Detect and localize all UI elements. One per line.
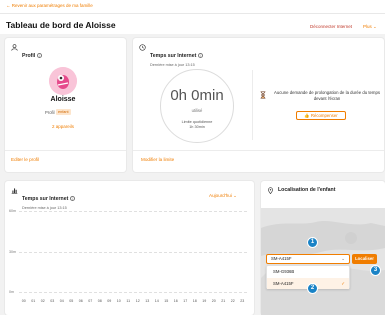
top-bar: ← Revenir aux paramétrages de ma famille [0, 0, 385, 14]
back-link[interactable]: ← Revenir aux paramétrages de ma famille [6, 3, 93, 8]
more-menu[interactable]: Plus ⌄ [363, 24, 377, 30]
device-option-label: SM-A415F [273, 281, 294, 286]
screen-time-header: Temps sur Internet i Dernière mise à jour… [139, 44, 204, 67]
child-name: Aloisse [50, 96, 76, 103]
x-tick-label: 21 [221, 299, 226, 303]
y-tick-label: 0m [9, 290, 14, 294]
device-select[interactable]: SM-A415F ⌄ [266, 254, 350, 264]
time-used-value: 0h 0min [170, 87, 224, 104]
y-tick-label: 60m [9, 209, 16, 213]
x-tick-label: 20 [211, 299, 216, 303]
x-tick-label: 18 [192, 299, 197, 303]
role-badge: enfant [56, 109, 71, 115]
screen-time-updated: Dernière mise à jour 13:15 [150, 63, 195, 67]
x-tick-label: 07 [88, 299, 93, 303]
x-tick-label: 08 [97, 299, 102, 303]
screen-time-separator [252, 70, 253, 140]
profile-type-label: Profil [45, 110, 55, 115]
user-icon [11, 44, 18, 51]
device-option[interactable]: SM-G936B [267, 266, 349, 277]
step-badge: 2 [307, 283, 318, 294]
back-link-label: Revenir aux paramétrages de ma famille [11, 3, 93, 8]
avatar [49, 67, 77, 95]
device-select-value: SM-A415F [271, 256, 292, 261]
x-tick-label: 01 [31, 299, 36, 303]
screen-time-title: Temps sur Internet [150, 53, 197, 59]
location-pin-icon [268, 187, 273, 194]
reward-button[interactable]: 👍 Récompenser [296, 111, 346, 120]
period-select[interactable]: Aujourd'hui ⌄ [209, 193, 237, 199]
profile-title: Profil [22, 53, 36, 59]
x-tick-label: 09 [107, 299, 112, 303]
chevron-down-icon: ⌄ [233, 193, 237, 198]
info-icon[interactable]: i [37, 52, 43, 58]
info-icon[interactable]: i [70, 195, 76, 201]
x-tick-label: 17 [183, 299, 188, 303]
gridline [19, 211, 247, 212]
hourglass-icon [260, 91, 266, 99]
x-tick-label: 15 [164, 299, 169, 303]
x-tick-label: 14 [154, 299, 159, 303]
more-label: Plus [363, 24, 372, 29]
x-tick-label: 13 [145, 299, 150, 303]
screen-time-divider [133, 150, 384, 151]
x-tick-label: 00 [21, 299, 26, 303]
x-tick-label: 03 [50, 299, 55, 303]
thumbs-up-icon: 👍 [304, 113, 310, 118]
bar-chart-icon [11, 188, 18, 194]
profile-card-header: Profil i [11, 44, 43, 62]
devices-link[interactable]: 2 appareils [52, 124, 74, 129]
extension-request-message: Aucune demande de prolongation de la dur… [273, 90, 381, 101]
x-tick-label: 02 [40, 299, 45, 303]
page-title: Tableau de bord de Aloisse [6, 20, 116, 30]
usage-chart-updated: Dernière mise à jour 13:15 [22, 206, 67, 210]
x-tick-label: 06 [78, 299, 83, 303]
clock-icon [139, 44, 146, 51]
x-tick-label: 11 [126, 299, 131, 303]
edit-limit-link[interactable]: Modifier la limite [141, 157, 174, 162]
reward-button-label: Récompenser [310, 113, 338, 118]
edit-profile-link[interactable]: Editer le profil [11, 157, 39, 162]
usage-chart-title: Temps sur Internet [22, 196, 69, 202]
x-tick-label: 12 [135, 299, 140, 303]
time-used-circle: 0h 0min utilisé Limite quotidienne 1h 30… [160, 69, 234, 143]
check-icon: ✓ [341, 281, 345, 286]
logout-link[interactable]: Déconnecter Internet [310, 24, 352, 29]
location-title: Localisation de l'enfant [278, 187, 336, 193]
step-badge: 3 [370, 265, 381, 276]
info-icon[interactable]: i [198, 52, 204, 58]
x-tick-label: 05 [69, 299, 74, 303]
y-tick-label: 30m [9, 250, 16, 254]
page-header: Tableau de bord de Aloisse Déconnecter I… [0, 14, 385, 34]
x-tick-label: 23 [240, 299, 245, 303]
daily-limit-value: 1h 30min [189, 125, 205, 129]
x-tick-label: 04 [59, 299, 64, 303]
x-tick-label: 19 [202, 299, 207, 303]
profile-divider [5, 150, 126, 151]
chevron-down-icon: ⌄ [373, 24, 377, 29]
daily-limit-label: Limite quotidienne [181, 120, 213, 124]
gridline [19, 292, 247, 293]
time-used-label: utilisé [191, 108, 203, 113]
avatar-illustration-icon [49, 67, 77, 95]
period-select-label: Aujourd'hui [209, 193, 232, 198]
location-header: Localisation de l'enfant [267, 187, 335, 194]
x-tick-label: 22 [230, 299, 235, 303]
locate-button[interactable]: Localiser [352, 254, 377, 264]
chevron-down-icon: ⌄ [341, 256, 345, 261]
x-tick-label: 16 [173, 299, 178, 303]
gridline [19, 252, 247, 253]
x-tick-label: 10 [116, 299, 121, 303]
step-badge: 1 [307, 237, 318, 248]
usage-chart-header: Temps sur Internet i Dernière mise à jour… [11, 187, 76, 210]
